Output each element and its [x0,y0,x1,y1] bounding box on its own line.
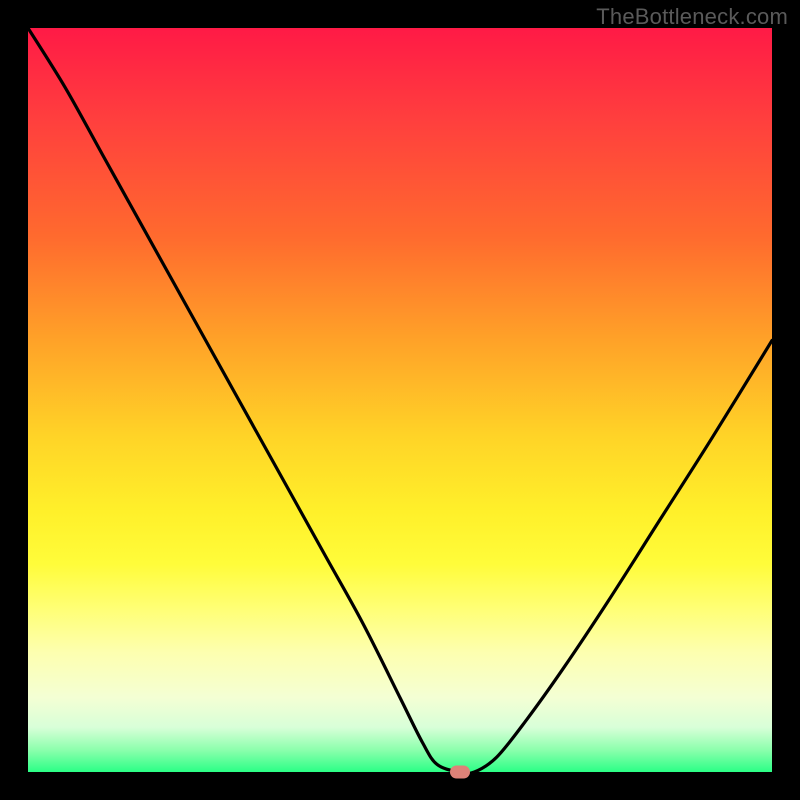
watermark-text: TheBottleneck.com [596,4,788,30]
optimum-marker [450,766,470,779]
chart-frame: TheBottleneck.com [0,0,800,800]
plot-area [28,28,772,772]
curve-svg [28,28,772,772]
bottleneck-curve [28,28,772,772]
